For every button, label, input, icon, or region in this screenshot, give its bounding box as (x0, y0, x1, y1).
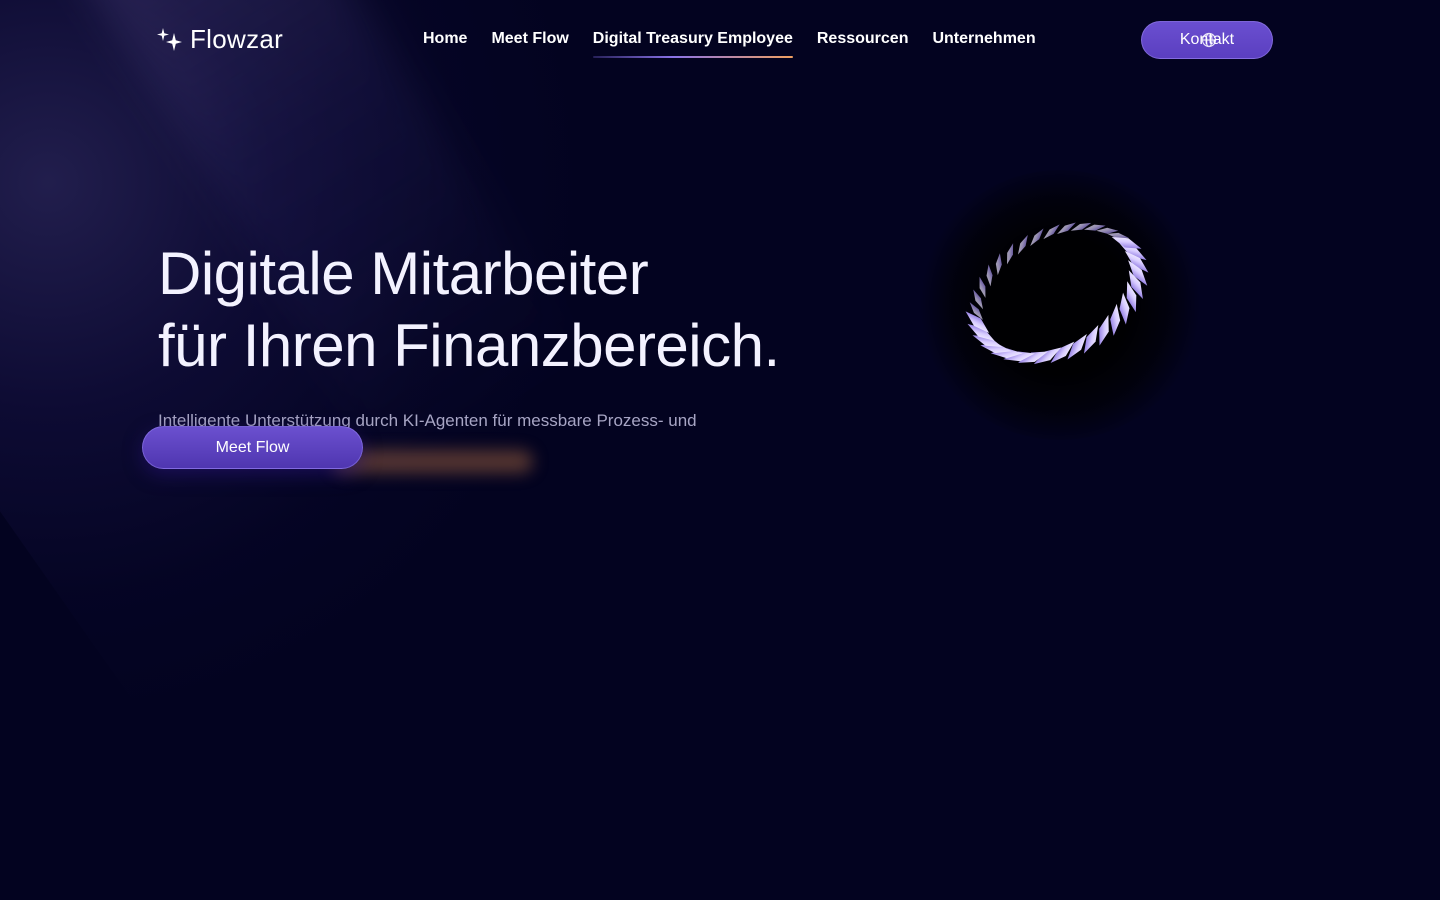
nav-item-meet-flow[interactable]: Meet Flow (491, 30, 568, 58)
brand-name: Flowzar (190, 24, 284, 54)
hero-title-line-1: Digitale Mitarbeiter (158, 240, 649, 307)
nav-item-home[interactable]: Home (423, 30, 467, 58)
meet-flow-button-label: Meet Flow (215, 438, 290, 456)
meet-flow-button[interactable]: Meet Flow (142, 426, 363, 469)
sparkle-icon (157, 27, 182, 51)
brand-logo[interactable]: Flowzar (154, 24, 283, 55)
hero-title: Digitale Mitarbeiter für Ihren Finanzber… (158, 238, 780, 382)
hero-ring-graphic (920, 170, 1200, 440)
nav-item-ressourcen[interactable]: Ressourcen (817, 30, 909, 58)
contact-button[interactable]: Kontakt (1141, 21, 1273, 59)
ring-blade (995, 253, 1002, 276)
nav-item-digital-treasury-employee[interactable]: Digital Treasury Employee (592, 30, 793, 58)
site-header: Flowzar Home Meet Flow Digital Treasury … (0, 0, 1425, 80)
ring-blade (1057, 222, 1076, 234)
globe-icon (1201, 32, 1217, 48)
chrome-ring-icon (965, 222, 1149, 365)
ring-blade (1017, 234, 1028, 255)
main-nav: Home Meet Flow Digital Treasury Employee… (423, 30, 1036, 58)
ring-blade (1070, 222, 1092, 231)
ring-blade (1099, 314, 1109, 346)
ring-blade (986, 264, 993, 287)
page: Flowzar Home Meet Flow Digital Treasury … (0, 0, 1425, 900)
ring-blade (1096, 227, 1119, 234)
ring-blade (1030, 228, 1044, 247)
ring-blade (1043, 224, 1060, 240)
nav-item-unternehmen[interactable]: Unternehmen (932, 30, 1035, 58)
ring-blade (1007, 243, 1014, 265)
hero-title-line-2: für Ihren Finanzbereich. (158, 312, 780, 379)
